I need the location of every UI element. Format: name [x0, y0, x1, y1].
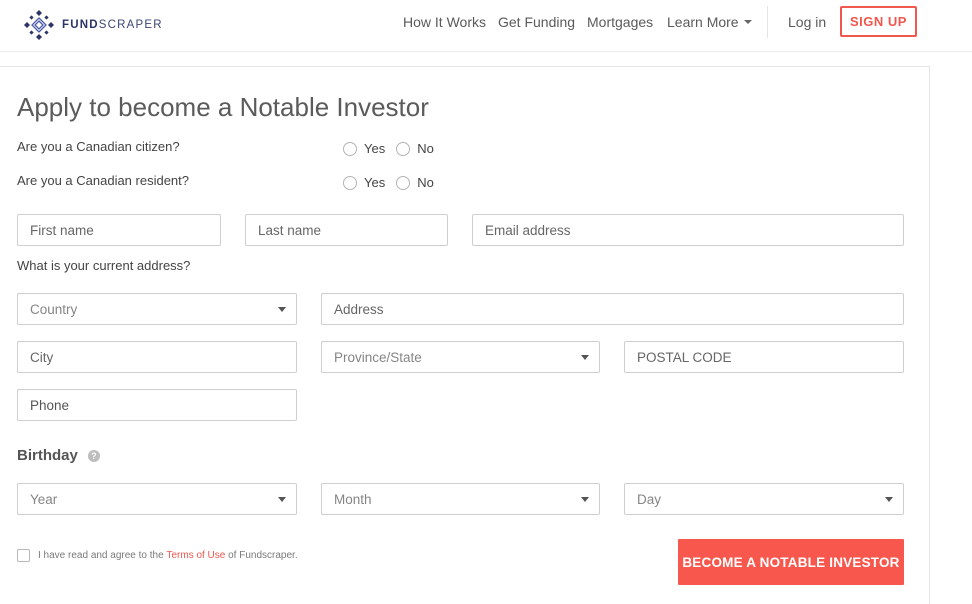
birthday-label: Birthday — [17, 447, 78, 464]
citizen-no-radio[interactable] — [396, 141, 411, 156]
citizen-no-label[interactable]: No — [417, 141, 434, 156]
brand-logo[interactable]: FUNDSCRAPER — [22, 9, 163, 41]
birth-day-select[interactable]: Day — [624, 483, 904, 515]
resident-yes-radio[interactable] — [343, 175, 357, 190]
top-header: FUNDSCRAPER How It Works Get Funding Mor… — [0, 0, 972, 52]
fundscraper-logo-icon — [24, 10, 54, 40]
nav-mortgages[interactable]: Mortgages — [587, 14, 653, 30]
last-name-field[interactable]: Last name — [245, 214, 448, 246]
page-title: Apply to become a Notable Investor — [17, 92, 429, 122]
address-question: What is your current address? — [17, 258, 191, 273]
postal-code-field[interactable]: POSTAL CODE — [624, 341, 904, 373]
terms-of-use-link[interactable]: Terms of Use — [166, 550, 225, 561]
resident-question: Are you a Canadian resident? — [17, 173, 190, 188]
birth-year-select[interactable]: Year — [17, 483, 297, 515]
country-select[interactable]: Country — [17, 293, 297, 325]
help-circle-icon[interactable]: ? — [87, 449, 100, 462]
phone-field[interactable]: Phone — [17, 389, 297, 421]
resident-yes-label[interactable]: Yes — [364, 175, 385, 190]
terms-agreement: I have read and agree to the Terms of Us… — [17, 549, 298, 562]
address-field[interactable]: Address — [321, 293, 904, 325]
email-field[interactable]: Email address — [472, 214, 904, 246]
birthday-heading: Birthday ? — [17, 447, 100, 464]
chevron-down-icon — [743, 20, 752, 25]
brand-name-light: SCRAPER — [98, 19, 163, 31]
brand-name-bold: FUND — [62, 19, 99, 31]
resident-no-radio[interactable] — [396, 175, 411, 190]
signup-button[interactable]: SIGN UP — [840, 6, 917, 37]
resident-no-label[interactable]: No — [417, 175, 434, 190]
citizen-yes-radio[interactable] — [343, 141, 357, 156]
nav-learn-more-label: Learn More — [667, 14, 739, 30]
nav-learn-more[interactable]: Learn More — [667, 14, 752, 30]
agree-prefix: I have read and agree to the — [38, 550, 167, 561]
become-investor-button[interactable]: BECOME A NOTABLE INVESTOR — [678, 539, 904, 585]
first-name-field[interactable]: First name — [17, 214, 221, 246]
citizen-yes-label[interactable]: Yes — [364, 141, 385, 156]
city-field[interactable]: City — [17, 341, 297, 373]
province-select[interactable]: Province/State — [321, 341, 600, 373]
agree-suffix: of Fundscraper. — [225, 550, 298, 561]
terms-checkbox[interactable] — [17, 549, 30, 562]
citizen-question: Are you a Canadian citizen? — [17, 139, 180, 154]
login-link[interactable]: Log in — [788, 14, 826, 30]
brand-wordmark: FUNDSCRAPER — [62, 19, 163, 31]
nav-how-it-works[interactable]: How It Works — [403, 14, 486, 30]
resident-radio-group: Yes No — [343, 175, 445, 190]
birth-month-select[interactable]: Month — [321, 483, 600, 515]
nav-divider — [767, 6, 768, 38]
nav-get-funding[interactable]: Get Funding — [498, 14, 575, 30]
citizen-radio-group: Yes No — [343, 141, 445, 156]
